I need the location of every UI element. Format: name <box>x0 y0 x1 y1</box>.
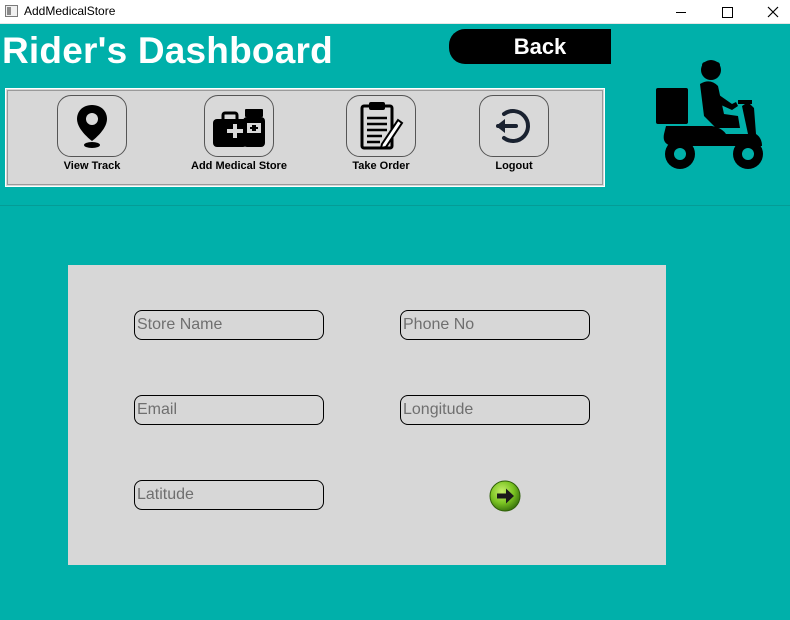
logout-icon <box>496 109 530 143</box>
phone-input[interactable] <box>400 310 590 340</box>
view-track-label: View Track <box>63 160 121 172</box>
window-titlebar: AddMedicalStore <box>0 0 790 24</box>
email-input[interactable] <box>134 395 324 425</box>
take-order-button[interactable]: Take Order <box>346 95 416 172</box>
latitude-input[interactable] <box>134 480 324 510</box>
view-track-button[interactable]: View Track <box>57 95 127 172</box>
back-button[interactable]: Back <box>449 29 611 64</box>
add-medical-store-button[interactable]: Add Medical Store <box>191 95 287 172</box>
take-order-label: Take Order <box>352 160 410 172</box>
add-medical-store-label: Add Medical Store <box>191 160 287 172</box>
page-title: Rider's Dashboard <box>2 30 333 71</box>
maximize-icon[interactable] <box>704 0 750 24</box>
medical-kit-icon <box>212 109 265 147</box>
logout-label: Logout <box>495 160 533 172</box>
store-name-input[interactable] <box>134 310 324 340</box>
submit-button[interactable] <box>489 480 521 512</box>
add-store-form <box>68 265 666 565</box>
close-icon[interactable] <box>750 0 790 24</box>
clipboard-icon <box>360 102 404 150</box>
minimize-icon[interactable] <box>658 0 704 24</box>
app-icon <box>5 5 18 17</box>
longitude-input[interactable] <box>400 395 590 425</box>
window-title: AddMedicalStore <box>24 4 116 18</box>
header-divider <box>0 205 790 206</box>
delivery-rider-icon <box>656 60 763 169</box>
navigation-toolbar: View Track Add Medical Store Take Order … <box>5 88 605 187</box>
map-pin-icon <box>77 105 107 148</box>
logout-button[interactable]: Logout <box>479 95 549 172</box>
